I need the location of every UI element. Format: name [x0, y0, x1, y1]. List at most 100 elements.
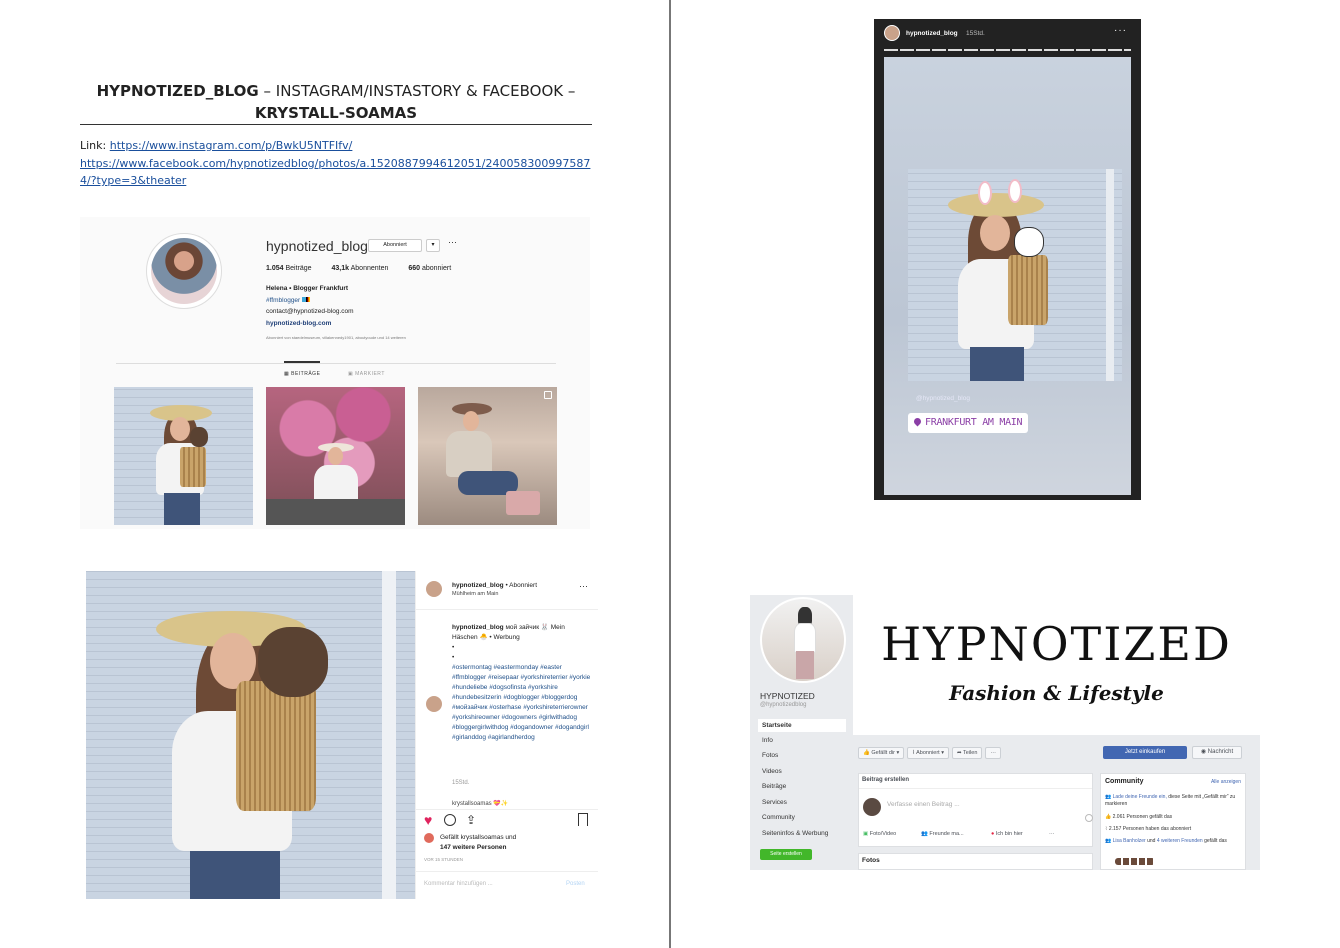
- friends-like-row: 👥 Lisa Banholzer und 4 weiteren Freunden…: [1105, 838, 1227, 844]
- community-see-all-link[interactable]: Alle anzeigen: [1211, 779, 1241, 785]
- followed-by-text[interactable]: Abonniert von staedelmuseum, villakenned…: [266, 335, 406, 340]
- share-arrow-icon: ➦: [956, 750, 962, 756]
- tab-posts[interactable]: ▦ BEITRÄGE: [284, 371, 320, 377]
- facebook-page-screenshot: HYPNOTIZED @hypnotizedblog Startseite In…: [750, 595, 1260, 870]
- caption-dot-1: •: [452, 644, 455, 651]
- community-box: Community Alle anzeigen 👥 Lade deine Fre…: [1100, 773, 1246, 870]
- cover-tagline: Fashion & Lifestyle: [949, 681, 1164, 705]
- tag-friends-button[interactable]: 👥 Freunde ma...: [921, 831, 964, 837]
- instagram-story-screenshot: hypnotized_blog 15Std. ··· @hypnotized_b…: [874, 19, 1141, 500]
- story-username[interactable]: hypnotized_blog: [906, 30, 958, 37]
- page-divider: [669, 0, 671, 948]
- post-thumbnail-1[interactable]: [114, 387, 253, 525]
- posts-count: 1.054: [266, 265, 284, 272]
- create-post-box: Beitrag erstellen Verfasse einen Beitrag…: [858, 773, 1093, 847]
- follows-count-row: ⌇ 2.157 Personen haben das abonniert: [1105, 826, 1192, 832]
- story-photo: [908, 169, 1122, 381]
- suggestions-caret-button[interactable]: ▾: [426, 239, 440, 252]
- community-title: Community: [1105, 778, 1144, 785]
- friends-avatars: [1115, 858, 1155, 865]
- create-post-title: Beitrag erstellen: [862, 777, 910, 783]
- fb-nav-home[interactable]: Startseite: [758, 719, 846, 732]
- post-author-avatar[interactable]: [426, 581, 442, 597]
- follow-count-icon: ⌇: [1105, 826, 1108, 832]
- photos-section-title[interactable]: Fotos: [858, 853, 1093, 870]
- post-age: VOR 15 STUNDEN: [424, 857, 464, 862]
- facebook-cover-photo[interactable]: HYPNOTIZED Fashion & Lifestyle: [853, 595, 1260, 735]
- post-more-icon[interactable]: ···: [579, 581, 588, 591]
- instagram-post-sidebar: hypnotized_blog • Abonniert Mühlheim am …: [415, 571, 598, 899]
- story-more-icon[interactable]: ···: [1114, 25, 1127, 36]
- profile-avatar[interactable]: [146, 233, 222, 309]
- fb-nav-community[interactable]: Community: [758, 811, 846, 824]
- fb-nav-services[interactable]: Services: [758, 796, 846, 809]
- followers-stat[interactable]: 43,1k Abonnenten: [332, 265, 389, 272]
- friends-icon: 👥: [1105, 838, 1112, 844]
- comment-divider: [416, 871, 598, 872]
- bio-website-link[interactable]: hypnotized-blog.com: [266, 320, 331, 327]
- tab-tagged[interactable]: ▣ MARKIERT: [348, 371, 385, 377]
- like-heart-icon[interactable]: ♥: [424, 812, 432, 828]
- share-icon[interactable]: ⇪: [466, 813, 476, 827]
- story-handle-sticker: @hypnotized_blog: [916, 395, 970, 402]
- post-caption: hypnotized_blog мой зайчик 🐰 Mein Häsche…: [452, 623, 592, 743]
- bio-hashtag[interactable]: #ffmblogger: [266, 297, 300, 304]
- fb-nav-posts[interactable]: Beiträge: [758, 780, 846, 793]
- actions-divider: [416, 809, 598, 810]
- facebook-profile-picture[interactable]: [760, 597, 846, 683]
- title-bold: HYPNOTIZED_BLOG: [96, 82, 259, 100]
- message-button[interactable]: ◉ Nachricht: [1192, 746, 1242, 759]
- create-page-button[interactable]: Seite erstellen: [760, 849, 812, 860]
- instagram-post-image[interactable]: [86, 571, 415, 899]
- bio-email: contact@hypnotized-blog.com: [266, 308, 354, 315]
- photo-video-button[interactable]: ▣ Foto/Video: [863, 831, 896, 837]
- facebook-link[interactable]: https://www.facebook.com/hypnotizedblog/…: [80, 157, 590, 188]
- comment-input[interactable]: Kommentar hinzufügen ...: [424, 881, 493, 887]
- fb-nav-videos[interactable]: Videos: [758, 765, 846, 778]
- check-in-button[interactable]: ● Ich bin hier: [991, 831, 1023, 837]
- next-comment: krystallsoamas 💝✨: [452, 801, 509, 807]
- likes-text[interactable]: Gefällt krystallsoamas und 147 weitere Pe…: [440, 833, 516, 852]
- location-sticker[interactable]: FRANKFURT AM MAIN: [908, 413, 1029, 433]
- document-title: HYPNOTIZED_BLOG – INSTAGRAM/INSTASTORY &…: [80, 80, 592, 124]
- follow-page-button[interactable]: ⌇ Abonniert ▾: [907, 747, 949, 759]
- like-page-button[interactable]: 👍 Gefällt dir ▾: [858, 747, 905, 759]
- share-page-button[interactable]: ➦ Teilen: [951, 747, 983, 759]
- follow-button[interactable]: Abonniert: [368, 239, 422, 252]
- more-options-icon[interactable]: ···: [448, 237, 457, 247]
- tag-icon: 👥: [921, 831, 928, 837]
- caption-user[interactable]: hypnotized_blog: [452, 624, 504, 631]
- profile-stats: 1.054 Beiträge 43,1k Abonnenten 660 abon…: [266, 265, 469, 272]
- post-thumbnail-2[interactable]: [266, 387, 405, 525]
- title-rule: [80, 124, 592, 125]
- comment-icon[interactable]: [444, 814, 456, 826]
- emoji-icon[interactable]: [1085, 814, 1093, 822]
- messenger-icon: ◉: [1200, 749, 1207, 755]
- invite-friends-row: 👥 Lade deine Freunde ein, diese Seite mi…: [1105, 794, 1236, 807]
- create-post-input[interactable]: Verfasse einen Beitrag ...: [887, 801, 960, 808]
- composer-more-button[interactable]: ···: [1049, 831, 1055, 837]
- caption-avatar[interactable]: [426, 696, 442, 712]
- post-author[interactable]: hypnotized_blog • Abonniert: [452, 582, 537, 589]
- caption-time: 15Std.: [452, 780, 470, 786]
- photo-icon: ▣: [863, 831, 869, 837]
- bookmark-icon[interactable]: [578, 813, 588, 826]
- thumbs-up-icon: 👍: [863, 750, 870, 756]
- post-location[interactable]: Mühlheim am Main: [452, 591, 498, 597]
- shop-now-button[interactable]: Jetzt einkaufen: [1103, 746, 1187, 759]
- composer-avatar: [863, 798, 881, 816]
- fb-nav-page-info-ads[interactable]: Seiteninfos & Werbung: [758, 827, 846, 840]
- fb-nav-info[interactable]: Info: [758, 734, 846, 747]
- post-comment-button[interactable]: Posten: [566, 881, 585, 887]
- story-avatar[interactable]: [884, 25, 900, 41]
- caption-hashtags[interactable]: #ostermontag #eastermonday #easter #ffmb…: [452, 664, 590, 741]
- following-stat[interactable]: 660 abonniert: [408, 265, 451, 272]
- link-label: Link:: [80, 139, 110, 152]
- post-thumbnail-3[interactable]: [418, 387, 557, 525]
- story-progress-bar: [884, 49, 1131, 51]
- fb-nav-photos[interactable]: Fotos: [758, 749, 846, 762]
- invite-friends-link[interactable]: Lade deine Freunde ein,: [1113, 794, 1167, 800]
- instagram-link[interactable]: https://www.instagram.com/p/BwkU5NTFIfv/: [110, 139, 353, 152]
- more-actions-button[interactable]: ···: [985, 747, 1001, 759]
- active-tab-indicator: [284, 361, 320, 363]
